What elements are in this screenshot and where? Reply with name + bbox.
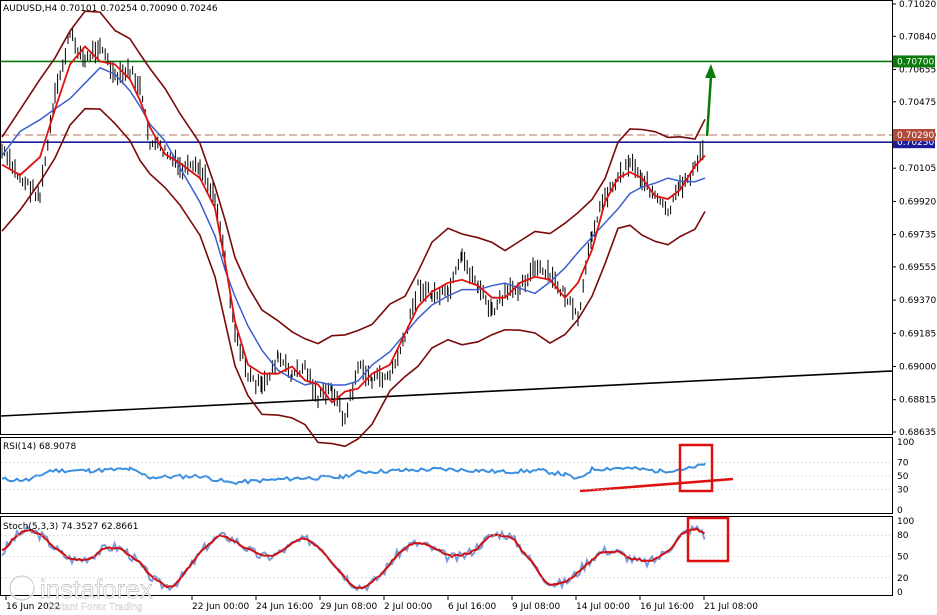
chart-title: AUDUSD,H4 0.70101 0.70254 0.70090 0.7024…	[3, 4, 218, 14]
price-tick-label: 0.69555	[899, 263, 936, 273]
price-tick-label: 0.69735	[899, 231, 936, 241]
svg-text:instaforex: instaforex	[40, 574, 153, 604]
time-tick-label: 14 Jul 00:00	[576, 602, 630, 612]
rsi-panel	[0, 437, 893, 514]
price-tick-label: 0.70105	[899, 164, 936, 174]
time-tick-label: 16 Jul 16:00	[640, 602, 694, 612]
stoch-tick-label: 100	[897, 517, 914, 527]
level-dashed-tag-label: 0.70290	[897, 131, 934, 141]
time-tick-label: 21 Jul 08:00	[704, 602, 758, 612]
price-tick-label: 0.69000	[899, 362, 936, 372]
stoch-label: Stoch(5,3,3) 74.3527 62.8661	[3, 522, 138, 532]
time-tick-label: 6 Jul 16:00	[448, 602, 497, 612]
rsi-tick-label: 30	[897, 486, 909, 496]
time-tick-label: 2 Jul 00:00	[384, 602, 433, 612]
main-panel	[0, 0, 893, 435]
stoch-tick-label: 80	[897, 531, 909, 541]
price-tick-label: 0.69370	[899, 296, 936, 306]
chart-canvas: AUDUSD,H4 0.70101 0.70254 0.70090 0.7024…	[0, 0, 936, 613]
price-tick-label: 0.70475	[899, 98, 936, 108]
time-tick-label: 22 Jun 00:00	[192, 602, 249, 612]
time-tick-label: 29 Jun 08:00	[320, 602, 377, 612]
price-tick-label: 0.68815	[899, 396, 936, 406]
time-tick-label: 9 Jul 08:00	[512, 602, 561, 612]
price-tick-label: 0.69920	[899, 197, 936, 207]
svg-text:Instant Forex Trading: Instant Forex Trading	[48, 602, 143, 613]
rsi-tick-label: 100	[897, 438, 914, 448]
rsi-tick-label: 0	[897, 506, 903, 516]
price-tick-label: 0.71020	[899, 0, 936, 10]
time-tick-label: 24 Jun 16:00	[256, 602, 313, 612]
price-tick-label: 0.68635	[899, 428, 936, 438]
stoch-tick-label: 50	[897, 553, 909, 563]
price-tick-label: 0.69185	[899, 329, 936, 339]
price-tick-label: 0.70840	[899, 32, 936, 42]
stoch-tick-label: 20	[897, 574, 909, 584]
rsi-label: RSI(14) 68.9078	[3, 442, 76, 452]
rsi-tick-label: 70	[897, 458, 909, 468]
resistance-green-tag-label: 0.70700	[897, 57, 934, 67]
stoch-tick-label: 0	[897, 588, 903, 598]
rsi-tick-label: 50	[897, 472, 909, 482]
